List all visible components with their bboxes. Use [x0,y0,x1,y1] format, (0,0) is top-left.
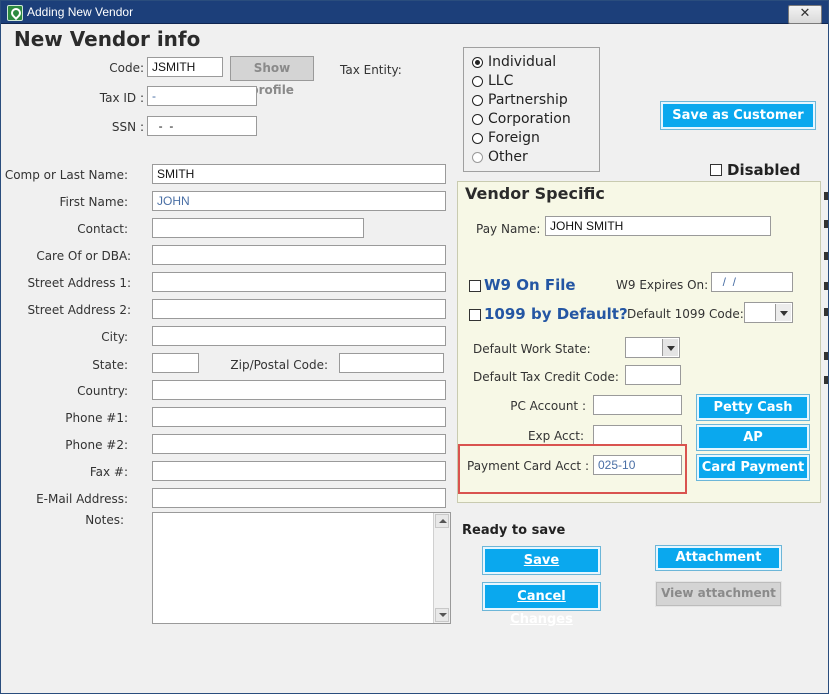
1099-checkbox[interactable] [469,309,481,321]
card-payment-button[interactable]: Card Payment [696,454,810,481]
disabled-label: Disabled [727,161,801,179]
save-button[interactable]: Save [482,546,601,575]
tax-entity-group: Individual LLC Partnership Corporation F… [463,47,600,172]
ssn-input[interactable]: - - [147,116,257,136]
email-input[interactable] [152,488,446,508]
care-of-input[interactable] [152,245,446,265]
notes-textarea[interactable] [152,512,451,624]
ap-button[interactable]: AP [696,424,810,451]
country-label: Country: [77,384,128,398]
code-label: Code: [109,61,144,75]
fax-label: Fax #: [89,465,128,479]
vendor-specific-title: Vendor Specific [465,184,605,203]
radio-button[interactable] [472,114,483,125]
zip-input[interactable] [339,353,444,373]
first-name-input[interactable]: JOHN [152,191,446,211]
phone2-label: Phone #2: [65,438,128,452]
pc-account-label: PC Account : [510,399,586,413]
attachment-button[interactable]: Attachment [655,545,782,571]
w9-checkbox[interactable] [469,280,481,292]
close-button[interactable]: ✕ [788,5,822,24]
radio-label: Partnership [488,92,568,108]
petty-cash-button[interactable]: Petty Cash [696,394,810,421]
chevron-down-icon[interactable] [775,304,791,321]
window-edge-marks [823,180,829,510]
phone1-input[interactable] [152,407,446,427]
street1-label: Street Address 1: [27,276,131,290]
tax-id-label: Tax ID : [99,91,144,105]
radio-button[interactable] [472,57,483,68]
care-of-label: Care Of or DBA: [36,249,131,263]
radio-button[interactable] [472,152,483,163]
app-icon [7,5,23,21]
last-name-label: Comp or Last Name: [4,168,128,182]
tax-entity-label: Tax Entity: [340,63,402,77]
radio-label: Corporation [488,111,571,127]
contact-input[interactable] [152,218,364,238]
pc-account-input[interactable] [593,395,682,415]
state-label: State: [92,358,128,372]
tax-credit-label: Default Tax Credit Code: [473,370,619,384]
1099-label: 1099 by Default? [484,305,628,323]
state-input[interactable] [152,353,199,373]
payment-card-highlight [458,444,687,494]
phone1-label: Phone #1: [65,411,128,425]
pay-name-input[interactable]: JOHN SMITH [545,216,771,236]
pay-name-label: Pay Name: [476,222,541,236]
scroll-up-icon[interactable] [435,514,449,528]
save-as-customer-button[interactable]: Save as Customer [660,101,816,130]
w9-expires-label: W9 Expires On: [616,278,709,292]
notes-scrollbar[interactable] [433,513,450,623]
contact-label: Contact: [77,222,128,236]
street2-input[interactable] [152,299,446,319]
first-name-label: First Name: [59,195,128,209]
w9-label: W9 On File [484,276,576,294]
disabled-checkbox[interactable] [710,164,722,176]
country-input[interactable] [152,380,446,400]
show-profile-button[interactable]: Show profile [230,56,314,97]
street2-label: Street Address 2: [27,303,131,317]
tax-id-input[interactable]: - [147,86,257,106]
1099-code-label: Default 1099 Code: [627,307,744,321]
window-title: Adding New Vendor [27,5,134,19]
cancel-changes-button[interactable]: Cancel Changes [482,582,601,627]
w9-expires-input[interactable]: / / [711,272,793,292]
fax-input[interactable] [152,461,446,481]
radio-button[interactable] [472,95,483,106]
page-title: New Vendor info [14,27,201,51]
work-state-select[interactable] [625,337,680,358]
last-name-input[interactable]: SMITH [152,164,446,184]
code-input[interactable]: JSMITH [147,57,223,77]
chevron-down-icon[interactable] [662,339,678,356]
phone2-input[interactable] [152,434,446,454]
zip-label: Zip/Postal Code: [230,358,328,372]
city-label: City: [101,330,128,344]
street1-input[interactable] [152,272,446,292]
city-input[interactable] [152,326,446,346]
radio-button[interactable] [472,76,483,87]
radio-label: Individual [488,54,557,70]
radio-label: Foreign [488,130,540,146]
radio-label: Other [488,149,528,165]
ssn-label: SSN : [111,120,144,134]
exp-acct-label: Exp Acct: [527,429,584,443]
work-state-label: Default Work State: [473,342,591,356]
view-attachment-button[interactable]: View attachment [655,581,782,607]
exp-acct-input[interactable] [593,425,682,445]
tax-credit-input[interactable] [625,365,681,385]
radio-button[interactable] [472,133,483,144]
radio-label: LLC [488,73,514,89]
1099-code-select[interactable] [744,302,793,323]
scroll-down-icon[interactable] [435,608,449,622]
email-label: E-Mail Address: [36,492,128,506]
status-text: Ready to save [462,523,566,538]
notes-label: Notes: [85,513,124,527]
title-bar: Adding New Vendor ✕ [1,1,828,24]
